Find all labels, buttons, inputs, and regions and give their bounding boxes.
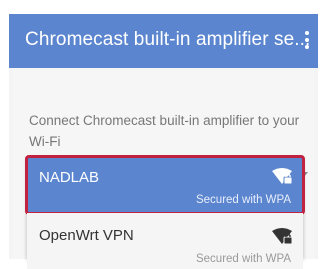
wifi-lock-icon bbox=[272, 228, 293, 245]
network-security-label: Secured with WPA bbox=[195, 253, 291, 265]
network-security-label: Secured with WPA bbox=[195, 194, 291, 206]
network-item-nadlab[interactable]: NADLAB Secured with WPA bbox=[25, 155, 305, 215]
network-name: NADLAB bbox=[39, 169, 100, 186]
app-bar-title: Chromecast built-in amplifier se... bbox=[25, 29, 311, 50]
app-bar: Chromecast built-in amplifier se... bbox=[9, 14, 318, 68]
wifi-lock-icon bbox=[272, 168, 293, 185]
more-vert-icon[interactable] bbox=[304, 31, 310, 53]
wifi-prompt-text: Connect Chromecast built-in amplifier to… bbox=[29, 113, 300, 149]
network-item-openwrt-vpn[interactable]: OpenWrt VPN Secured with WPA bbox=[27, 213, 303, 269]
network-name: OpenWrt VPN bbox=[39, 227, 134, 244]
wifi-network-list: NADLAB Secured with WPA OpenWrt VPN Secu… bbox=[25, 155, 305, 269]
